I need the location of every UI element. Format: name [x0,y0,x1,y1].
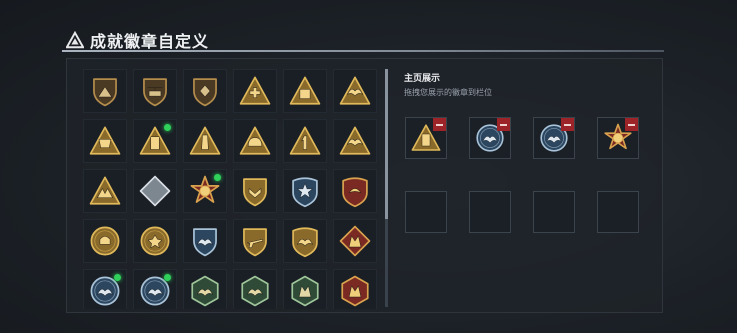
new-indicator-dot [164,124,171,131]
hex-soldier-green-icon [191,275,219,307]
badge-cell[interactable] [83,269,127,309]
title-divider [62,50,664,52]
shield-rifle-icon [243,228,267,257]
diamond-wolf-icon [339,225,371,257]
page-title: 成就徽章自定义 [90,32,210,51]
triangle-eagle-icon [339,76,371,105]
showcase-slot-empty[interactable] [533,191,575,233]
showcase-slot-empty[interactable] [405,191,447,233]
hex-wolf-green-icon [291,275,319,307]
badge-grid-scrollbar[interactable] [385,69,388,307]
triangle-tower-icon [189,126,221,155]
hex-ember-icon [341,275,369,307]
showcase-header: 主页展示 拖拽您展示的徽章到栏位 [404,71,654,98]
new-indicator-dot [164,274,171,281]
showcase-subtitle: 拖拽您展示的徽章到栏位 [404,88,492,97]
badge-cell[interactable] [333,69,377,113]
triangle-wings-icon [339,126,371,155]
page-header: 成就徽章自定义 [66,30,210,51]
badge-cell[interactable] [83,169,127,213]
badge-cell[interactable] [83,69,127,113]
triangle-landmark-icon [89,126,121,155]
badge-grid [83,69,383,309]
badge-cell[interactable] [283,69,327,113]
badge-cell[interactable] [283,269,327,309]
blue-star-shield-icon [292,177,318,208]
badge-cell[interactable] [283,219,327,263]
showcase-slot-empty[interactable] [469,191,511,233]
showcase-slot-empty[interactable] [597,191,639,233]
badge-cell[interactable] [83,119,127,163]
badge-cell[interactable] [283,119,327,163]
remove-badge-button[interactable] [625,118,638,131]
badge-panel: 主页展示 拖拽您展示的徽章到栏位 [66,58,663,313]
badge-cell[interactable] [83,219,127,263]
hex-runner-green-icon [241,275,269,307]
scrollbar-thumb[interactable] [385,69,388,219]
new-indicator-dot [214,174,221,181]
new-indicator-dot [114,274,121,281]
gold-eagle-crest-icon [292,227,318,258]
badge-cell[interactable] [333,119,377,163]
showcase-slots [405,117,639,233]
badge-grid-viewport[interactable] [83,69,383,309]
badge-cell[interactable] [233,69,277,113]
showcase-title: 主页展示 [404,74,441,84]
circle-skull-icon [90,226,120,256]
badge-cell[interactable] [233,119,277,163]
shield-pyramid-icon [93,78,117,107]
badge-cell[interactable] [133,119,177,163]
badge-cell[interactable] [183,169,227,213]
shield-chevron-icon [243,178,267,207]
remove-badge-button[interactable] [561,118,574,131]
badge-cell[interactable] [333,169,377,213]
showcase-slot-filled[interactable] [533,117,575,159]
badge-cell[interactable] [183,219,227,263]
blue-eagle-shield-icon [193,228,217,257]
badge-cell[interactable] [133,169,177,213]
showcase-slot-filled[interactable] [405,117,447,159]
circle-rosette-icon [140,226,170,256]
badge-cell[interactable] [233,269,277,309]
badge-cell[interactable] [333,219,377,263]
badge-cell[interactable] [183,69,227,113]
triangle-arrows-icon [89,176,121,205]
shield-emblem-icon [193,78,217,107]
remove-badge-button[interactable] [433,118,446,131]
badge-cell[interactable] [233,219,277,263]
badge-cell[interactable] [233,169,277,213]
badge-cell[interactable] [183,119,227,163]
badge-cell[interactable] [333,269,377,309]
badge-cell[interactable] [133,69,177,113]
showcase-slot-filled[interactable] [469,117,511,159]
shield-helicopter-icon [143,78,167,107]
showcase-slot-filled[interactable] [597,117,639,159]
triangle-backpack-icon [289,76,321,105]
badge-cell[interactable] [133,219,177,263]
triangle-warning-icon [66,31,84,49]
badge-cell[interactable] [183,269,227,309]
triangle-helmet-icon [239,126,271,155]
triangle-medkit-icon [239,76,271,105]
badge-cell[interactable] [283,169,327,213]
red-crest-icon [342,177,368,208]
triangle-number-one-icon [289,126,321,155]
remove-badge-button[interactable] [497,118,510,131]
diamond-silver-icon [139,175,171,207]
badge-cell[interactable] [133,269,177,309]
